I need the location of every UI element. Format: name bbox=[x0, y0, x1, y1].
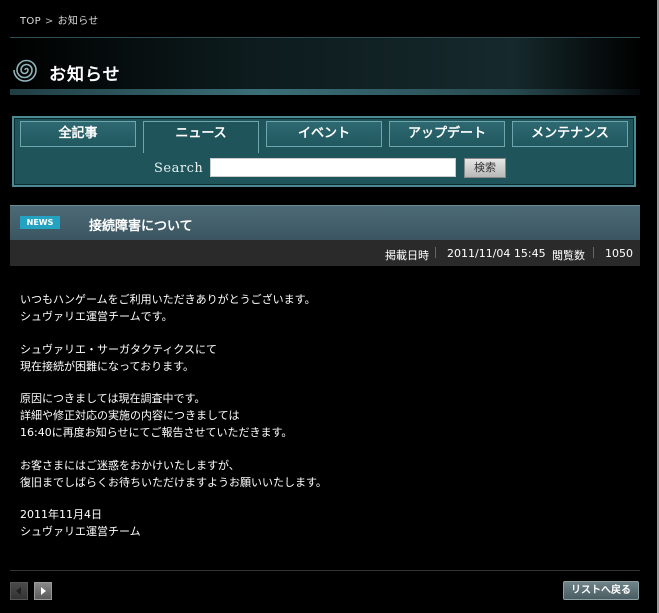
page-header: お知らせ bbox=[10, 37, 640, 95]
breadcrumb-current: お知らせ bbox=[57, 16, 99, 27]
body-line: 16:40に再度お知らせにてご報告させていただきます。 bbox=[20, 426, 293, 439]
spiral-icon bbox=[13, 59, 37, 82]
body-line: 現在接続が困難になっております。 bbox=[20, 359, 195, 373]
body-line: シュヴァリエ運営チーム bbox=[20, 525, 141, 538]
article-paragraph: いつもハンゲームをご利用いただきありがとうございます。 シュヴァリエ運営チームで… bbox=[20, 291, 620, 325]
article-meta: 掲載日時 2011/11/04 15:45 閲覧数 1050 bbox=[10, 240, 640, 266]
article-paragraph: 原因につきましては現在調査中です。 詳細や修正対応の実施の内容につきましては 1… bbox=[20, 390, 620, 441]
posted-date-label: 掲載日時 bbox=[385, 249, 429, 262]
article-body: いつもハンゲームをご利用いただきありがとうございます。 シュヴァリエ運営チームで… bbox=[20, 291, 620, 556]
breadcrumb-top-link[interactable]: TOP bbox=[20, 16, 41, 27]
body-line: 原因につきましては現在調査中です。 bbox=[20, 392, 206, 405]
arrow-right-icon bbox=[41, 587, 46, 595]
category-tabs: 全記事 ニュース イベント アップデート メンテナンス bbox=[20, 121, 630, 153]
next-article-button[interactable] bbox=[34, 582, 52, 600]
tab-updates[interactable]: アップデート bbox=[389, 121, 505, 147]
article-paragraph: 2011年11月4日 シュヴァリエ運営チーム bbox=[20, 506, 620, 540]
search-input[interactable] bbox=[210, 158, 456, 177]
tab-events[interactable]: イベント bbox=[266, 121, 382, 147]
article-title: 接続障害について bbox=[89, 219, 193, 234]
previous-article-button[interactable] bbox=[10, 582, 28, 600]
body-line: シュヴァリエ運営チームです。 bbox=[20, 310, 173, 323]
news-badge: NEWS bbox=[20, 216, 60, 229]
body-line: シュヴァリエ・サーガタクティクスにて bbox=[20, 342, 218, 356]
meta-divider bbox=[593, 247, 594, 258]
search-row: Search 検索 bbox=[14, 155, 634, 183]
body-line: 復旧までしばらくお待ちいただけますようお願いいたします。 bbox=[20, 475, 327, 489]
search-label: Search bbox=[154, 161, 204, 176]
category-panel: 全記事 ニュース イベント アップデート メンテナンス Search 検索 bbox=[12, 116, 636, 187]
back-to-list-button[interactable]: リストへ戻る bbox=[563, 581, 639, 600]
article-paragraph: シュヴァリエ・サーガタクティクスにて 現在接続が困難になっております。 bbox=[20, 341, 620, 375]
tab-all-articles[interactable]: 全記事 bbox=[20, 121, 136, 147]
body-line: 2011年11月4日 bbox=[20, 508, 102, 521]
article-header: NEWS 接続障害について bbox=[10, 205, 640, 241]
breadcrumb-separator: > bbox=[44, 16, 54, 27]
breadcrumb: TOP > お知らせ bbox=[20, 12, 99, 27]
view-count-label: 閲覧数 bbox=[552, 249, 585, 262]
body-line: 詳細や修正対応の実施の内容につきましては bbox=[20, 409, 240, 422]
page-title: お知らせ bbox=[49, 65, 121, 85]
body-line: いつもハンゲームをご利用いただきありがとうございます。 bbox=[20, 293, 316, 306]
divider bbox=[10, 570, 640, 571]
meta-divider bbox=[435, 247, 436, 258]
body-line: お客さまにはご迷惑をおかけいたしますが、 bbox=[20, 458, 240, 472]
tab-maintenance[interactable]: メンテナンス bbox=[512, 121, 628, 147]
view-count: 1050 bbox=[605, 247, 633, 260]
posted-date: 2011/11/04 15:45 bbox=[447, 247, 546, 260]
search-button[interactable]: 検索 bbox=[464, 158, 506, 178]
arrow-left-icon bbox=[16, 587, 21, 595]
article-paragraph: お客さまにはご迷惑をおかけいたしますが、 復旧までしばらくお待ちいただけますよう… bbox=[20, 457, 620, 491]
tab-news[interactable]: ニュース bbox=[143, 121, 259, 153]
header-decoration bbox=[10, 89, 640, 95]
